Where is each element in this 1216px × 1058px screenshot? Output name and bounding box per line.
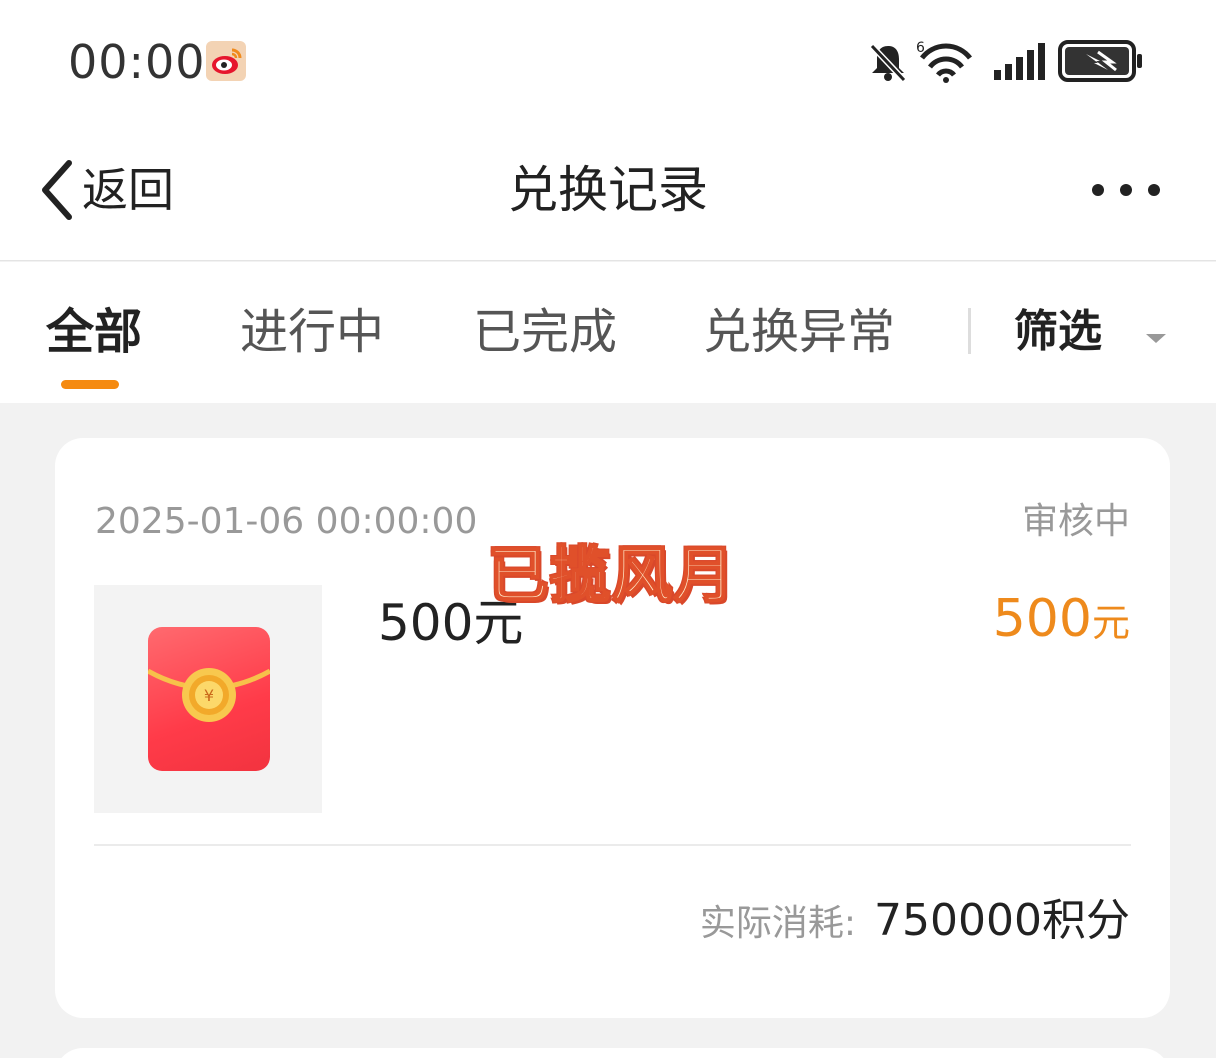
price-unit: 元 <box>1091 601 1130 645</box>
record-card[interactable]: 2025-01-06 00:00:00 审核中 ¥ 500元 500元 实际消耗… <box>55 438 1170 1018</box>
status-time: 00:00 <box>68 35 206 89</box>
sticker-overlay-text: 已揽风月 <box>487 540 736 612</box>
signal-icon <box>992 42 1046 86</box>
weibo-icon <box>206 41 246 81</box>
tab-bar: 全部 进行中 已完成 兑换异常 筛选 <box>0 262 1216 403</box>
tab-exchange-error[interactable]: 兑换异常 <box>703 302 895 362</box>
tab-all[interactable]: 全部 <box>46 302 142 362</box>
record-time: 2025-01-06 00:00:00 <box>95 501 478 542</box>
status-bar: 00:00 6 <box>0 0 1216 125</box>
navigation-bar: 返回 兑换记录 <box>0 125 1216 261</box>
price-value: 500 <box>992 589 1092 649</box>
filter-label: 筛选 <box>1014 306 1102 357</box>
card-divider <box>94 844 1131 846</box>
filter-button[interactable]: 筛选 <box>1014 302 1102 362</box>
next-record-card[interactable] <box>55 1048 1170 1058</box>
tab-completed[interactable]: 已完成 <box>473 302 617 362</box>
page-title: 兑换记录 <box>508 161 708 219</box>
svg-text:¥: ¥ <box>204 686 214 705</box>
bell-off-icon <box>866 40 910 88</box>
caret-down-icon[interactable] <box>1146 334 1166 343</box>
record-status: 审核中 <box>1021 501 1130 542</box>
cost-label: 实际消耗: <box>699 903 857 944</box>
cost-value: 750000积分 <box>874 895 1130 946</box>
battery-charging-icon <box>1058 40 1144 88</box>
tab-divider <box>968 308 971 354</box>
red-envelope-icon: ¥ <box>148 627 270 771</box>
app-screen: 00:00 6 返回 兑换记录 全部 进行中 已完成 兑换异常 筛选 2025-… <box>0 0 1216 1058</box>
product-thumbnail: ¥ <box>94 585 322 813</box>
product-price: 500元 <box>993 588 1130 662</box>
more-dots-icon[interactable] <box>1088 175 1168 205</box>
active-tab-indicator <box>61 380 119 389</box>
tab-in-progress[interactable]: 进行中 <box>240 302 384 362</box>
wifi-6-icon: 6 <box>916 38 976 88</box>
cost-row: 实际消耗: 750000积分 <box>700 884 1130 948</box>
